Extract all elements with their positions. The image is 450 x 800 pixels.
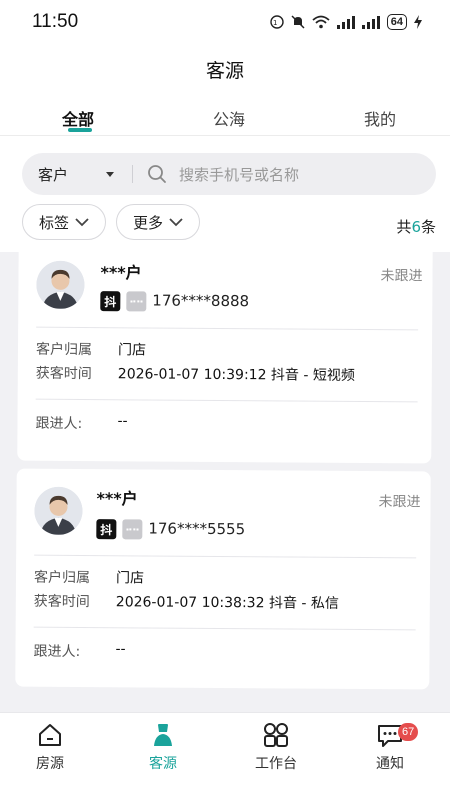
customer-card[interactable]: ***户 未跟进 抖 176****5555 客户归属 门店 获客时间 2026… xyxy=(15,468,431,690)
more-filter-button[interactable]: 更多 xyxy=(116,204,200,240)
divider xyxy=(35,398,418,403)
customer-card[interactable]: ***户 未跟进 抖 176****8888 客户归属 门店 获客时间 2026… xyxy=(17,252,433,464)
search-icon xyxy=(148,165,166,183)
tab-public-sea[interactable]: 公海 xyxy=(213,106,245,130)
more-filter-label: 更多 xyxy=(132,213,163,232)
acquire-time-label: 获客时间 xyxy=(33,593,90,611)
tabbar-item-customers[interactable]: 客源 xyxy=(123,721,203,773)
douyin-icon: 抖 xyxy=(100,291,121,312)
search-bar: 客户 搜索手机号或名称 xyxy=(22,153,436,195)
tabbar-label: 房源 xyxy=(36,756,64,772)
chevron-down-icon xyxy=(169,218,183,227)
grid-icon xyxy=(264,723,288,747)
status-icons: 1 64 xyxy=(270,14,422,30)
count-prefix: 共 xyxy=(396,218,412,236)
tabbar-label: 客源 xyxy=(149,756,177,772)
tab-bar: 全部 公海 我的 xyxy=(0,100,450,140)
acquire-time-label: 获客时间 xyxy=(35,365,92,383)
search-type-label: 客户 xyxy=(38,165,69,184)
tabs-divider xyxy=(0,135,450,136)
follower-label: 跟进人: xyxy=(35,415,83,433)
avatar xyxy=(36,260,85,310)
svg-text:1: 1 xyxy=(273,19,277,27)
tab-all[interactable]: 全部 xyxy=(62,106,94,130)
tabbar-item-listings[interactable]: 房源 xyxy=(10,721,90,773)
charging-icon xyxy=(414,15,422,29)
tabbar-item-notifications[interactable]: 67 通知 xyxy=(350,721,430,773)
count-value: 6 xyxy=(411,218,421,236)
owner-label: 客户归属 xyxy=(33,569,91,587)
divider xyxy=(33,626,416,631)
search-input[interactable]: 搜索手机号或名称 xyxy=(179,164,299,185)
tag-filter-label: 标签 xyxy=(38,213,69,232)
divider xyxy=(34,554,417,559)
owner-value: 门店 xyxy=(115,570,145,587)
more-icon xyxy=(126,291,147,312)
hd-icon: 1 xyxy=(270,15,284,29)
tag-filter-button[interactable]: 标签 xyxy=(22,204,106,240)
divider xyxy=(36,326,419,331)
tabbar-label: 通知 xyxy=(376,756,404,772)
tab-active-indicator xyxy=(68,128,92,132)
tabbar-item-workbench[interactable]: 工作台 xyxy=(236,721,316,773)
tab-mine[interactable]: 我的 xyxy=(364,106,396,130)
acquire-time-value: 2026-01-07 10:38:32 抖音 - 私信 xyxy=(115,594,339,612)
follower-label: 跟进人: xyxy=(33,643,81,661)
douyin-icon: 抖 xyxy=(96,519,117,540)
owner-label: 客户归属 xyxy=(35,341,93,359)
status-time: 11:50 xyxy=(32,11,79,32)
search-type-select[interactable]: 客户 xyxy=(38,164,114,185)
wifi-icon xyxy=(312,15,330,29)
more-icon xyxy=(122,519,143,540)
chevron-down-icon xyxy=(75,218,89,227)
filter-row: 标签 更多 共6条 xyxy=(22,204,436,244)
customer-list: ***户 未跟进 抖 176****8888 客户归属 门店 获客时间 2026… xyxy=(0,252,450,712)
home-icon xyxy=(39,724,61,746)
battery-level: 64 xyxy=(386,14,407,30)
follower-value: -- xyxy=(117,413,128,430)
result-count: 共6条 xyxy=(396,216,436,237)
acquire-time-value: 2026-01-07 10:39:12 抖音 - 短视频 xyxy=(117,366,355,384)
customer-phone[interactable]: 176****5555 xyxy=(148,519,245,538)
follow-status: 未跟进 xyxy=(378,494,421,511)
customer-name: ***户 xyxy=(96,489,138,509)
signal-icon xyxy=(336,15,355,29)
page-title: 客源 xyxy=(205,60,244,82)
signal-icon-2 xyxy=(361,15,380,29)
search-divider xyxy=(132,165,133,183)
caret-down-icon xyxy=(106,171,114,177)
person-icon xyxy=(154,724,172,746)
status-bar: 11:50 1 64 xyxy=(0,0,450,44)
avatar xyxy=(34,486,83,536)
customer-phone[interactable]: 176****8888 xyxy=(152,291,249,310)
mute-bell-icon xyxy=(291,15,305,29)
owner-value: 门店 xyxy=(117,342,147,359)
count-suffix: 条 xyxy=(420,218,436,236)
tabbar-label: 工作台 xyxy=(255,756,297,772)
customer-name: ***户 xyxy=(100,263,142,283)
bottom-tab-bar: 房源 客源 工作台 67 通知 xyxy=(0,712,450,800)
notification-count-badge: 67 xyxy=(398,723,419,741)
follower-value: -- xyxy=(115,641,126,658)
follow-status: 未跟进 xyxy=(380,268,423,285)
